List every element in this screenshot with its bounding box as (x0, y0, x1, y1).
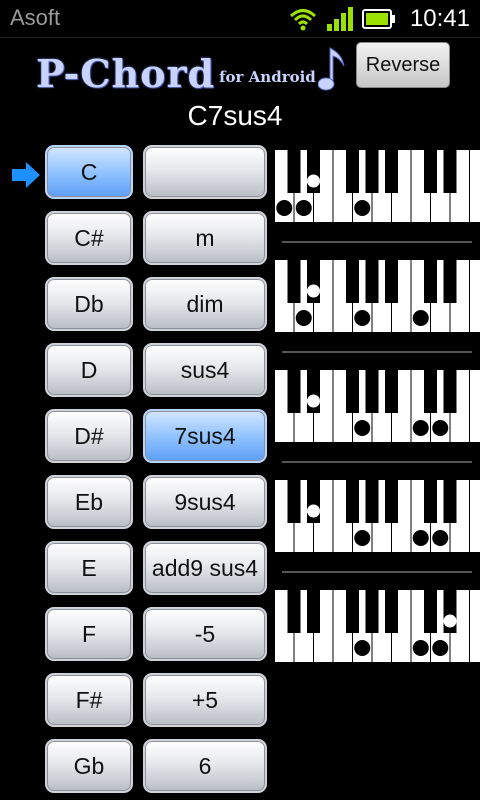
note-dot (354, 420, 371, 436)
root-button[interactable]: C (45, 145, 133, 199)
note-dot (354, 310, 371, 326)
root-button[interactable]: F# (45, 673, 133, 727)
chord-type-button[interactable]: dim (143, 277, 267, 331)
root-button[interactable]: Db (45, 277, 133, 331)
black-key (443, 150, 457, 193)
note-dot (354, 640, 371, 656)
black-key (385, 150, 398, 193)
chord-type-button[interactable]: sus4 (143, 343, 267, 397)
note-dot (443, 614, 457, 628)
piano-keyboard (275, 480, 480, 552)
black-key (443, 260, 457, 303)
note-dot (276, 200, 293, 216)
note-dot (307, 394, 320, 408)
black-key (365, 260, 379, 303)
clock: 10:41 (409, 5, 470, 32)
black-key (346, 370, 359, 413)
note-dot (307, 284, 320, 298)
note-dot (432, 640, 449, 656)
black-key (424, 370, 437, 413)
chord-type-button[interactable]: m (143, 211, 267, 265)
logo-subtitle: for Android (219, 68, 316, 86)
root-button[interactable]: C# (45, 211, 133, 265)
black-key (385, 590, 398, 633)
selection-arrow-icon (12, 162, 40, 188)
note-dot (307, 174, 320, 188)
reverse-button[interactable]: Reverse (356, 42, 450, 88)
black-key (287, 590, 301, 633)
signal-icon (326, 7, 353, 31)
note-dot (432, 530, 449, 546)
black-key (287, 480, 301, 523)
status-icons: 10:41 (288, 4, 470, 34)
piano-keyboard (275, 150, 480, 222)
logo-title: P-Chord (36, 51, 216, 96)
root-button[interactable]: E (45, 541, 133, 595)
root-button[interactable]: F (45, 607, 133, 661)
chord-name: C7sus4 (187, 100, 283, 131)
black-key (365, 150, 379, 193)
black-key (307, 590, 320, 633)
white-key (470, 480, 480, 552)
black-key (287, 150, 301, 193)
black-key (287, 370, 301, 413)
black-key (365, 370, 379, 413)
keyboard-separator (282, 461, 472, 463)
carrier-label: Asoft (10, 5, 61, 30)
note-dot (295, 200, 312, 216)
note-dot (412, 420, 429, 436)
piano-keyboard (275, 590, 480, 662)
root-button[interactable]: Eb (45, 475, 133, 529)
root-button[interactable]: D (45, 343, 133, 397)
chord-type-button[interactable]: 9sus4 (143, 475, 267, 529)
white-key (470, 590, 480, 662)
chord-type-button[interactable]: 7sus4 (143, 409, 267, 463)
note-dot (354, 200, 371, 216)
black-key (385, 260, 398, 303)
white-key (470, 150, 480, 222)
black-key (424, 150, 437, 193)
black-key (424, 590, 437, 633)
black-key (287, 260, 301, 303)
note-dot (412, 530, 429, 546)
black-key (385, 480, 398, 523)
app-logo: P-Chord for Android (36, 44, 348, 96)
black-key (346, 260, 359, 303)
piano-keyboard (275, 370, 480, 442)
black-key (385, 370, 398, 413)
chord-type-button[interactable] (143, 145, 267, 199)
piano-keyboard (275, 260, 480, 332)
root-button[interactable]: Gb (45, 739, 133, 793)
black-key (346, 590, 359, 633)
chord-type-button[interactable]: 6 (143, 739, 267, 793)
note-dot (307, 504, 320, 518)
chord-type-button[interactable]: -5 (143, 607, 267, 661)
music-note-icon (317, 47, 345, 91)
black-key (443, 370, 457, 413)
keyboard-separator (282, 351, 472, 353)
white-key (470, 370, 480, 442)
chord-type-button[interactable]: +5 (143, 673, 267, 727)
black-key (365, 480, 379, 523)
battery-icon (361, 9, 395, 29)
white-key (470, 260, 480, 332)
root-button[interactable]: D# (45, 409, 133, 463)
black-key (443, 480, 457, 523)
status-bar: Asoft 10:41 (0, 0, 480, 38)
keyboard-separator (282, 571, 472, 573)
wifi-icon (289, 9, 316, 31)
note-dot (354, 530, 371, 546)
note-dot (412, 640, 429, 656)
note-dot (432, 420, 449, 436)
keyboard-separator (282, 241, 472, 243)
black-key (346, 150, 359, 193)
note-dot (412, 310, 429, 326)
note-dot (295, 310, 312, 326)
black-key (424, 480, 437, 523)
black-key (365, 590, 379, 633)
black-key (424, 260, 437, 303)
chord-type-button[interactable]: add9 sus4 (143, 541, 267, 595)
black-key (346, 480, 359, 523)
